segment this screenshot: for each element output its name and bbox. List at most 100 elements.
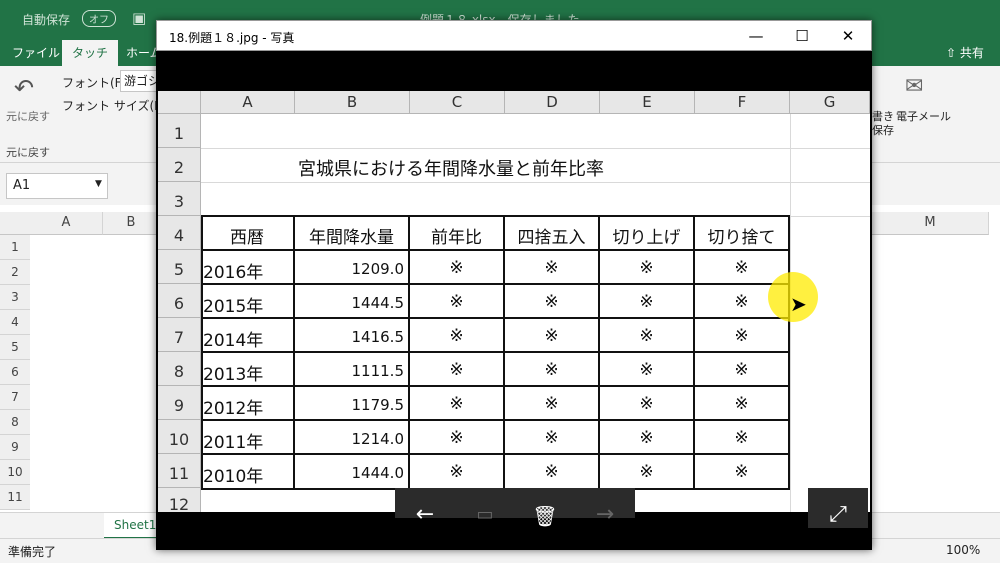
table-divider	[201, 317, 790, 319]
font-input[interactable]: 游ゴシ	[120, 70, 161, 92]
email-icon[interactable]: ✉	[905, 74, 923, 99]
photo-col-b: B	[295, 91, 410, 114]
group-undo-label: 元に戻す	[6, 146, 50, 159]
delete-icon[interactable]: 🗑	[525, 504, 565, 528]
fullscreen-button[interactable]: ⤢	[808, 488, 868, 528]
table-divider	[201, 283, 790, 285]
table-cell-rain: 1416.5	[351, 328, 405, 346]
select-all-corner[interactable]	[0, 212, 31, 235]
column-header-b[interactable]: B	[103, 212, 160, 235]
status-text: 準備完了	[8, 545, 57, 559]
autosave-label: 自動保存	[22, 13, 71, 27]
table-cell-year: 2015年	[203, 297, 264, 317]
photo-col-f: F	[695, 91, 790, 114]
row-header[interactable]: 10	[0, 460, 30, 485]
table-cell-mark: ※	[639, 462, 654, 482]
table-cell-mark: ※	[734, 360, 749, 380]
table-divider	[201, 453, 790, 455]
table-cell-mark: ※	[639, 428, 654, 448]
table-cell-mark: ※	[734, 394, 749, 414]
photo-row-header: 8	[158, 352, 201, 386]
photo-row-header: 12	[158, 488, 201, 512]
table-cell-year: 2010年	[203, 467, 264, 487]
undo-icon[interactable]: ↶	[14, 74, 34, 102]
row-header[interactable]: 8	[0, 410, 30, 435]
gridline	[201, 148, 870, 149]
expand-icon: ⤢	[829, 502, 847, 527]
row-header[interactable]: 7	[0, 385, 30, 410]
table-cell-rain: 1214.0	[351, 430, 405, 448]
fontsize-label: フォント サイズ(F):	[62, 99, 170, 113]
photo-row-header: 9	[158, 386, 201, 420]
close-button[interactable]: ✕	[825, 25, 871, 47]
table-cell-year: 2016年	[203, 263, 264, 283]
photo-col-a: A	[201, 91, 295, 114]
share-button[interactable]: ⇧ 共有	[946, 44, 984, 61]
photo-sheet-title: 宮城県における年間降水量と前年比率	[298, 159, 604, 180]
row-header[interactable]: 4	[0, 310, 30, 335]
undo-label: 元に戻す	[6, 110, 50, 123]
row-header[interactable]: 2	[0, 260, 30, 285]
row-header[interactable]: 9	[0, 435, 30, 460]
minimize-button[interactable]: —	[733, 25, 779, 47]
photo-row-header: 4	[158, 216, 201, 250]
table-divider	[201, 351, 790, 353]
previous-icon[interactable]: ←	[405, 502, 445, 527]
photo-col-e: E	[600, 91, 695, 114]
row-header[interactable]: 3	[0, 285, 30, 310]
table-divider	[201, 249, 790, 251]
photo-row-header: 11	[158, 454, 201, 488]
photo-row-header: 3	[158, 182, 201, 216]
table-cell-mark: ※	[449, 258, 464, 278]
table-cell-rain: 1111.5	[351, 362, 405, 380]
table-cell-rain: 1179.5	[351, 396, 405, 414]
autosave-toggle[interactable]: オフ	[82, 10, 116, 27]
row-header[interactable]: 5	[0, 335, 30, 360]
email-label: 電子メール	[896, 110, 951, 123]
table-header: 前年比	[431, 228, 482, 248]
column-header-a[interactable]: A	[30, 212, 103, 235]
photo-row-header: 5	[158, 250, 201, 284]
name-box[interactable]: A1 ▼	[6, 173, 108, 199]
tab-file[interactable]: ファイル	[12, 44, 60, 61]
table-cell-mark: ※	[639, 258, 654, 278]
table-header: 四捨五入	[517, 228, 586, 248]
slideshow-icon[interactable]: ▭	[465, 504, 505, 525]
table-cell-mark: ※	[449, 428, 464, 448]
table-cell-mark: ※	[449, 394, 464, 414]
share-icon: ⇧	[946, 46, 960, 60]
table-cell-mark: ※	[639, 292, 654, 312]
table-cell-mark: ※	[734, 258, 749, 278]
table-cell-mark: ※	[639, 326, 654, 346]
column-header-m[interactable]: M	[872, 212, 989, 235]
table-cell-mark: ※	[449, 292, 464, 312]
viewer-toolbar: ← ▭ 🗑 →	[395, 488, 635, 528]
row-header[interactable]: 1	[0, 235, 30, 260]
table-cell-mark: ※	[544, 326, 559, 346]
zoom-level[interactable]: 100%	[946, 543, 980, 557]
share-label: 共有	[959, 46, 984, 60]
table-cell-mark: ※	[449, 326, 464, 346]
table-cell-mark: ※	[734, 428, 749, 448]
next-icon[interactable]: →	[585, 502, 625, 527]
table-cell-rain: 1444.5	[351, 294, 405, 312]
table-cell-year: 2011年	[203, 433, 264, 453]
table-cell-mark: ※	[544, 394, 559, 414]
table-header: 切り捨て	[707, 228, 776, 248]
save-icon[interactable]: ▣	[132, 9, 146, 27]
photo-row-header: 1	[158, 114, 201, 148]
photo-col-d: D	[505, 91, 600, 114]
maximize-button[interactable]: ☐	[779, 25, 825, 47]
table-divider	[201, 385, 790, 387]
photo-row-header: 2	[158, 148, 201, 182]
table-cell-mark: ※	[449, 462, 464, 482]
row-header[interactable]: 6	[0, 360, 30, 385]
row-header[interactable]: 11	[0, 485, 30, 510]
table-cell-rain: 1444.0	[351, 464, 405, 482]
table-cell-mark: ※	[639, 394, 654, 414]
table-header: 西暦	[230, 228, 264, 248]
photo-row-header: 10	[158, 420, 201, 454]
table-cell-year: 2012年	[203, 399, 264, 419]
tab-touch[interactable]: タッチ	[62, 40, 119, 66]
table-divider	[201, 419, 790, 421]
